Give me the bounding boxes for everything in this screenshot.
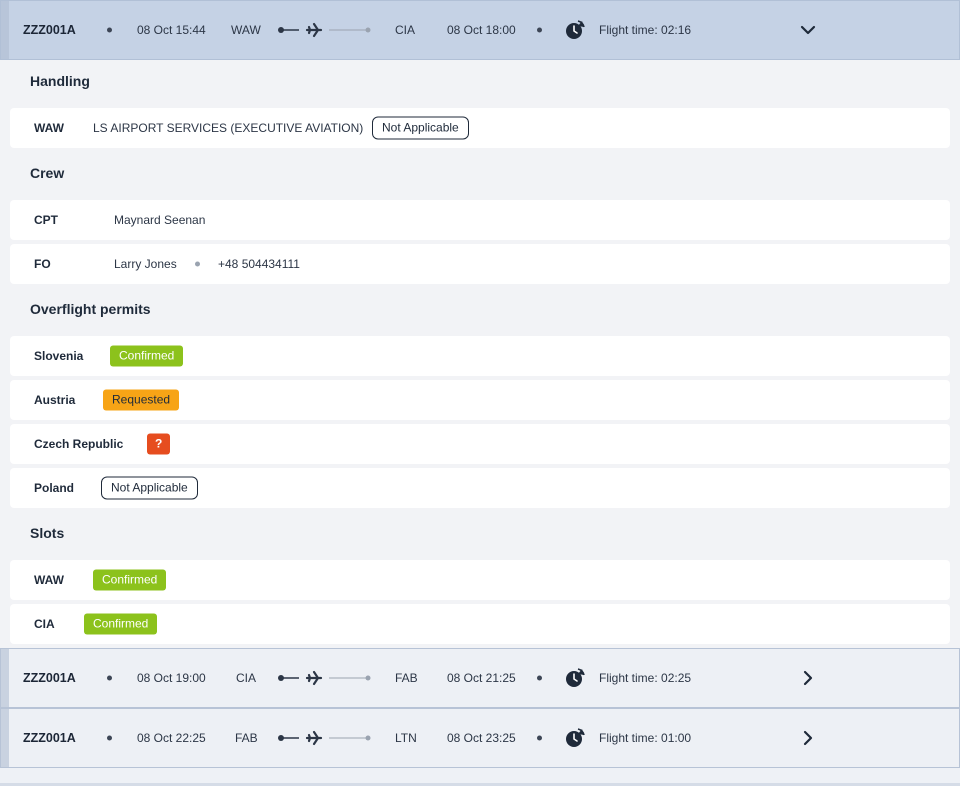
slot-card: CIA Confirmed <box>10 604 950 644</box>
route-plane-icon <box>278 22 371 38</box>
permit-country: Poland <box>34 481 75 495</box>
chevron-down-icon[interactable] <box>799 21 817 39</box>
departure-time: 08 Oct 15:44 <box>137 23 206 37</box>
crew-role: CPT <box>34 213 58 227</box>
slots-section-title: Slots <box>30 525 65 541</box>
chevron-right-icon[interactable] <box>799 729 817 747</box>
slot-status-badge: Confirmed <box>93 569 167 591</box>
slot-status-badge: Confirmed <box>84 613 158 635</box>
permit-country: Slovenia <box>34 349 84 363</box>
row-accent <box>1 1 9 59</box>
crew-role: FO <box>34 257 51 271</box>
departure-airport: WAW <box>231 23 261 37</box>
handling-provider: LS AIRPORT SERVICES (EXECUTIVE AVIATION) <box>93 121 364 135</box>
flight-time-clock-icon <box>566 728 585 747</box>
arrival-airport: CIA <box>395 23 416 37</box>
overflight-section-title: Overflight permits <box>30 301 151 317</box>
flight-row-3[interactable]: ZZZ001A 08 Oct 22:25 FAB LTN 08 Oct 23:2… <box>0 708 960 768</box>
flight-duration: Flight time: 01:00 <box>599 731 692 745</box>
arrival-airport: LTN <box>395 731 417 745</box>
crew-member-card: CPT Maynard Seenan <box>10 200 950 240</box>
departure-time: 08 Oct 22:25 <box>137 731 206 745</box>
handling-card: WAW LS AIRPORT SERVICES (EXECUTIVE AVIAT… <box>10 108 950 148</box>
flight-duration: Flight time: 02:25 <box>599 671 692 685</box>
handling-section-title: Handling <box>30 73 90 89</box>
slot-airport: WAW <box>34 573 64 587</box>
departure-airport: CIA <box>236 671 257 685</box>
crew-name: Maynard Seenan <box>114 213 206 227</box>
permit-status-badge: ? <box>147 433 171 455</box>
arrival-time: 08 Oct 21:25 <box>447 671 516 685</box>
route-plane-icon <box>278 730 371 746</box>
flight-code: ZZZ001A <box>23 731 76 745</box>
flight-code: ZZZ001A <box>23 671 76 685</box>
permit-status-badge: Not Applicable <box>101 476 198 500</box>
flight-time-clock-icon <box>566 668 585 687</box>
handling-status-badge: Not Applicable <box>372 116 469 140</box>
arrival-airport: FAB <box>395 671 418 685</box>
flight-row-1[interactable]: ZZZ001A 08 Oct 15:44 WAW CIA 08 Oct 18:0… <box>0 0 960 60</box>
departure-time: 08 Oct 19:00 <box>137 671 206 685</box>
separator-dot <box>537 735 542 741</box>
separator-dot <box>107 735 112 741</box>
slot-airport: CIA <box>34 617 55 631</box>
separator-dot <box>537 27 542 33</box>
permit-country: Czech Republic <box>34 437 124 451</box>
arrival-time: 08 Oct 23:25 <box>447 731 516 745</box>
row-accent <box>1 709 9 767</box>
permit-country: Austria <box>34 393 76 407</box>
flight-time-clock-icon <box>566 20 585 39</box>
separator-dot <box>107 675 112 681</box>
chevron-right-icon[interactable] <box>799 669 817 687</box>
route-plane-icon <box>278 670 371 686</box>
flight-duration: Flight time: 02:16 <box>599 23 692 37</box>
slot-card: WAW Confirmed <box>10 560 950 600</box>
flight-code: ZZZ001A <box>23 23 76 37</box>
permit-card: Czech Republic ? <box>10 424 950 464</box>
crew-section-title: Crew <box>30 165 65 181</box>
permit-card: Slovenia Confirmed <box>10 336 950 376</box>
arrival-time: 08 Oct 18:00 <box>447 23 516 37</box>
separator-dot <box>107 27 112 33</box>
separator-dot <box>195 261 200 267</box>
permit-card: Poland Not Applicable <box>10 468 950 508</box>
separator-dot <box>537 675 542 681</box>
permit-card: Austria Requested <box>10 380 950 420</box>
row-accent <box>1 649 9 707</box>
departure-airport: FAB <box>235 731 258 745</box>
crew-phone: +48 504434111 <box>218 257 300 271</box>
permit-status-badge: Requested <box>103 389 180 411</box>
handling-airport: WAW <box>34 121 64 135</box>
permit-status-badge: Confirmed <box>110 345 184 367</box>
crew-member-card: FO Larry Jones +48 504434111 <box>10 244 950 284</box>
crew-name: Larry Jones <box>114 257 177 271</box>
flight-row-2[interactable]: ZZZ001A 08 Oct 19:00 CIA FAB 08 Oct 21:2… <box>0 648 960 708</box>
